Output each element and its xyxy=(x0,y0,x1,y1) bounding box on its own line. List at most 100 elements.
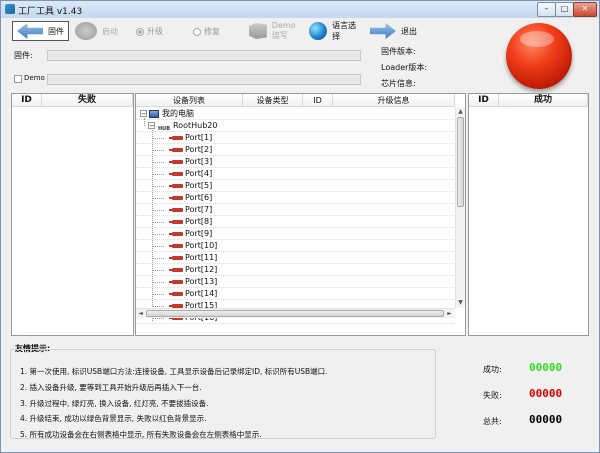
language-button-label: 语言选择 xyxy=(332,21,357,41)
maximize-button[interactable]: □ xyxy=(555,2,574,17)
device-col-type[interactable]: 设备类型 xyxy=(243,94,303,107)
firmware-path-field[interactable] xyxy=(47,50,361,61)
tree-line xyxy=(152,258,164,259)
fail-col-fail[interactable]: 失败 xyxy=(42,94,133,107)
tree-line xyxy=(152,282,164,283)
usb-plug-icon xyxy=(169,172,183,176)
vertical-scrollbar[interactable]: ▲ ▼ xyxy=(455,107,465,308)
scroll-down-icon[interactable]: ▼ xyxy=(456,298,465,307)
tree-port-row[interactable]: Port[12] xyxy=(136,264,454,276)
success-col-id[interactable]: ID xyxy=(469,94,499,107)
demo-checkbox[interactable] xyxy=(14,75,22,83)
tree-port-row[interactable]: Port[14] xyxy=(136,288,454,300)
arrow-left-icon xyxy=(17,23,43,39)
fail-table[interactable]: ID 失败 xyxy=(11,93,134,336)
tree-line xyxy=(152,234,164,235)
scroll-thumb[interactable] xyxy=(457,117,464,207)
collapse-icon[interactable]: − xyxy=(140,110,147,118)
tree-line xyxy=(144,118,145,126)
firmware-button-label: 固件 xyxy=(48,26,64,36)
tree-hub-row[interactable]: − HUB RootHub20 xyxy=(136,120,454,132)
tree-port-label: Port[4] xyxy=(185,169,213,178)
tree-port-row[interactable]: Port[8] xyxy=(136,216,454,228)
scroll-left-icon[interactable]: ◄ xyxy=(136,309,145,318)
device-table[interactable]: 设备列表 设备类型 ID 升级信息 − 我的电脑 − HUB RootHub20… xyxy=(135,93,466,336)
success-table[interactable]: ID 成功 xyxy=(468,93,589,336)
tree-port-row[interactable]: Port[9] xyxy=(136,228,454,240)
start-icon xyxy=(75,22,97,40)
usb-plug-icon xyxy=(169,292,183,296)
fail-col-id[interactable]: ID xyxy=(12,94,42,107)
tree-port-row[interactable]: Port[11] xyxy=(136,252,454,264)
fail-count-value: 00000 xyxy=(529,387,563,400)
demo-write-button[interactable]: Demo烧写 xyxy=(245,21,303,41)
tree-hub-label: RootHub20 xyxy=(173,121,218,130)
tree-root-row[interactable]: − 我的电脑 xyxy=(136,108,454,120)
red-round-button-icon[interactable] xyxy=(506,23,572,89)
tree-port-row[interactable]: Port[1] xyxy=(136,132,454,144)
tree-port-label: Port[2] xyxy=(185,145,213,154)
device-col-id[interactable]: ID xyxy=(303,94,333,107)
success-col-success[interactable]: 成功 xyxy=(499,94,588,107)
collapse-icon[interactable]: − xyxy=(148,122,155,130)
firmware-button[interactable]: 固件 xyxy=(12,21,69,41)
upgrade-radio-label: 升级 xyxy=(147,27,163,36)
hints-box xyxy=(10,349,436,439)
repair-radio[interactable]: 修复 xyxy=(193,26,220,37)
tree-port-label: Port[13] xyxy=(185,277,218,286)
usb-plug-icon xyxy=(169,196,183,200)
tree-port-row[interactable]: Port[4] xyxy=(136,168,454,180)
tree-line xyxy=(152,306,164,307)
demo-write-button-label: Demo烧写 xyxy=(271,21,296,40)
demo-path-field[interactable] xyxy=(47,74,361,85)
start-button[interactable]: 启动 xyxy=(71,21,127,41)
tree-line xyxy=(152,138,164,139)
tree-port-row[interactable]: Port[13] xyxy=(136,276,454,288)
usb-plug-icon xyxy=(169,232,183,236)
tree-line xyxy=(152,174,164,175)
tree-port-label: Port[11] xyxy=(185,253,218,262)
scroll-thumb[interactable] xyxy=(146,310,444,317)
upgrade-radio[interactable]: 升级 xyxy=(136,26,163,37)
tree-port-row[interactable]: Port[10] xyxy=(136,240,454,252)
loader-version-label: Loader版本: xyxy=(381,63,428,72)
tree-line xyxy=(152,294,164,295)
tree-line xyxy=(152,210,164,211)
folder-icon xyxy=(249,23,267,39)
arrow-right-icon xyxy=(370,23,396,39)
close-button[interactable]: ✕ xyxy=(573,2,597,17)
scroll-up-icon[interactable]: ▲ xyxy=(456,107,465,116)
tree-port-label: Port[10] xyxy=(185,241,218,250)
total-count-value: 00000 xyxy=(529,413,563,426)
tree-port-row[interactable]: Port[3] xyxy=(136,156,454,168)
language-button[interactable]: 语言选择 xyxy=(305,21,365,41)
hint-item: 1. 第一次使用, 标识USB端口方法:连接设备, 工具显示设备后记录绑定ID,… xyxy=(20,367,328,376)
demo-label: Demo xyxy=(24,74,45,82)
tree-port-row[interactable]: Port[5] xyxy=(136,180,454,192)
success-count-label: 成功: xyxy=(483,365,502,374)
radio-dot xyxy=(193,27,201,36)
tree-port-label: Port[1] xyxy=(185,133,213,142)
tree-port-row[interactable]: Port[2] xyxy=(136,144,454,156)
computer-icon xyxy=(149,110,159,118)
tree-line xyxy=(152,198,164,199)
chip-info-label: 芯片信息: xyxy=(381,79,416,88)
usb-plug-icon xyxy=(169,160,183,164)
hint-item: 3. 升级过程中, 绿灯亮, 换入设备, 红灯亮, 不要拔插设备. xyxy=(20,399,209,408)
window-title: 工厂工具 v1.43 xyxy=(18,7,83,17)
minimize-button[interactable]: – xyxy=(537,2,556,17)
horizontal-scrollbar[interactable]: ◄ ► xyxy=(136,308,455,318)
usb-plug-icon xyxy=(169,136,183,140)
tree-port-row[interactable]: Port[7] xyxy=(136,204,454,216)
tree-port-row[interactable]: Port[6] xyxy=(136,192,454,204)
usb-plug-icon xyxy=(169,184,183,188)
globe-icon xyxy=(309,22,328,40)
scroll-right-icon[interactable]: ► xyxy=(445,309,454,318)
device-col-list[interactable]: 设备列表 xyxy=(136,94,243,107)
exit-button[interactable]: 退出 xyxy=(366,21,422,41)
usb-plug-icon xyxy=(169,220,183,224)
tree-port-label: Port[9] xyxy=(185,229,213,238)
hint-item: 4. 升级结束, 成功以绿色背景显示, 失败以红色背景显示. xyxy=(20,414,207,423)
title-bar[interactable]: 工厂工具 v1.43 – □ ✕ xyxy=(1,1,599,18)
device-col-info[interactable]: 升级信息 xyxy=(333,94,455,107)
